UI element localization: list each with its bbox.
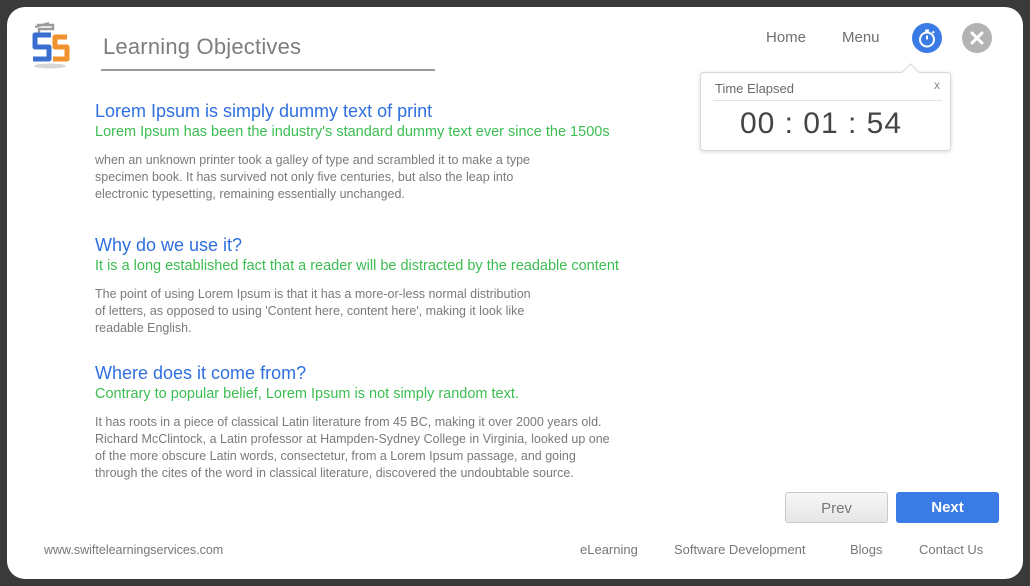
- app-window: Learning Objectives Home Menu Time Elaps…: [7, 7, 1023, 579]
- popup-divider: [713, 100, 942, 101]
- swift-logo-icon: [32, 22, 70, 69]
- section-heading: Why do we use it?: [95, 235, 243, 255]
- close-button[interactable]: [962, 23, 992, 53]
- menu-link[interactable]: Menu: [842, 29, 880, 46]
- time-elapsed-popup: Time Elapsed x 00 : 01 : 54: [700, 63, 951, 151]
- next-button[interactable]: Next: [896, 492, 999, 523]
- section-subheading: Lorem Ipsum has been the industry's stan…: [95, 124, 610, 140]
- body-line: It has roots in a piece of classical Lat…: [95, 415, 602, 429]
- body-line: The point of using Lorem Ipsum is that i…: [95, 287, 531, 301]
- footer-link-contact-us[interactable]: Contact Us: [919, 542, 983, 557]
- body-line: of the more obscure Latin words, consect…: [95, 449, 576, 463]
- section-body: when an unknown printer took a galley of…: [95, 152, 610, 203]
- section-body: It has roots in a piece of classical Lat…: [95, 414, 610, 482]
- footer-link-blogs[interactable]: Blogs: [850, 542, 883, 557]
- content-section: Why do we use it? It is a long establish…: [95, 234, 619, 337]
- section-body: The point of using Lorem Ipsum is that i…: [95, 286, 619, 337]
- content-section: Lorem Ipsum is simply dummy text of prin…: [95, 100, 610, 203]
- timer-button[interactable]: [912, 23, 942, 53]
- stopwatch-icon: [919, 29, 935, 48]
- footer-url[interactable]: www.swiftelearningservices.com: [44, 543, 223, 557]
- content-section: Where does it come from? Contrary to pop…: [95, 362, 610, 482]
- page-title: Learning Objectives: [103, 34, 302, 59]
- popup-arrow: [901, 63, 920, 82]
- section-heading: Lorem Ipsum is simply dummy text of prin…: [95, 101, 433, 121]
- body-line: through the cites of the word in classic…: [95, 466, 574, 480]
- section-heading: Where does it come from?: [95, 363, 307, 383]
- body-line: readable English.: [95, 321, 192, 335]
- body-line: electronic typesetting, remaining essent…: [95, 187, 405, 201]
- close-icon: [970, 31, 984, 45]
- popup-close-button[interactable]: x: [934, 78, 940, 92]
- footer-link-elearning[interactable]: eLearning: [580, 542, 638, 557]
- section-subheading: It is a long established fact that a rea…: [95, 258, 619, 274]
- body-line: Richard McClintock, a Latin professor at…: [95, 432, 610, 446]
- title-underline: [101, 69, 435, 71]
- footer-link-software-development[interactable]: Software Development: [674, 542, 806, 557]
- popup-title: Time Elapsed: [715, 81, 794, 96]
- elapsed-time-value: 00 : 01 : 54: [739, 107, 903, 140]
- section-subheading: Contrary to popular belief, Lorem Ipsum …: [95, 386, 519, 402]
- body-line: of letters, as opposed to using 'Content…: [95, 304, 525, 318]
- body-line: when an unknown printer took a galley of…: [95, 153, 530, 167]
- home-link[interactable]: Home: [766, 29, 806, 46]
- body-line: specimen book. It has survived not only …: [95, 170, 514, 184]
- prev-button[interactable]: Prev: [785, 492, 888, 523]
